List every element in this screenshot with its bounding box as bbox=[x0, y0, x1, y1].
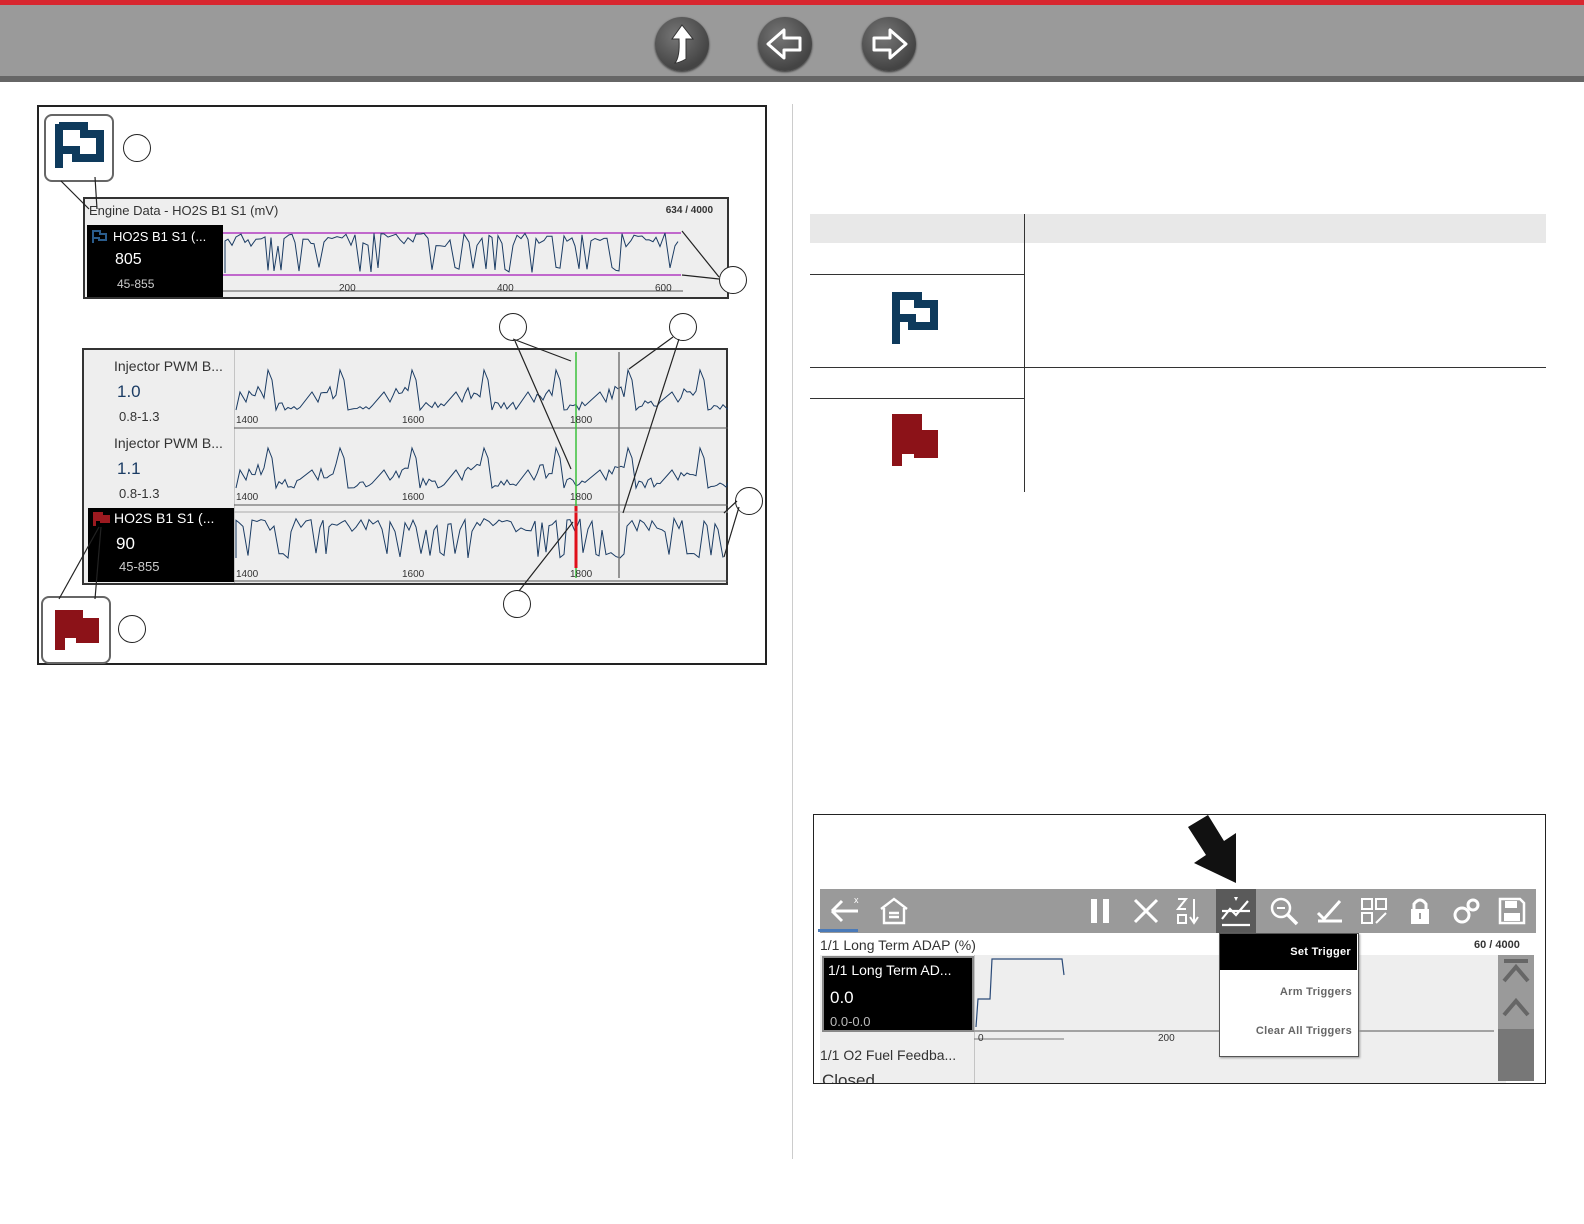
selected-parameter[interactable]: HO2S B1 S1 (... 805 45-855 bbox=[87, 225, 223, 297]
zoom-icon[interactable] bbox=[1268, 895, 1300, 927]
axis-tick: 1600 bbox=[402, 415, 425, 426]
callout-circle bbox=[719, 266, 747, 294]
red-flag-icon bbox=[55, 610, 99, 650]
blue-flag-icon bbox=[55, 122, 104, 168]
trigger-icon bbox=[1221, 897, 1250, 927]
checklist-icon[interactable] bbox=[1314, 895, 1346, 927]
red-flag-icon bbox=[892, 414, 938, 466]
parameter-range: 0.0-0.0 bbox=[830, 1014, 871, 1029]
parameter-name: HO2S B1 S1 (... bbox=[114, 510, 215, 526]
pause-icon[interactable] bbox=[1084, 895, 1116, 927]
back-icon[interactable]: x bbox=[828, 895, 860, 927]
red-flag-callout bbox=[41, 596, 111, 664]
sample-counter: 634 / 4000 bbox=[665, 205, 713, 216]
menu-item-clear-all-triggers[interactable]: Clear All Triggers bbox=[1256, 1025, 1352, 1037]
axis-tick: 400 bbox=[497, 283, 514, 294]
callout-circle bbox=[503, 590, 531, 618]
blue-flag-callout bbox=[44, 114, 114, 182]
lock-icon[interactable] bbox=[1404, 895, 1436, 927]
sample-counter: 60 / 4000 bbox=[1474, 939, 1520, 951]
top-graph-panel: Engine Data - HO2S B1 S1 (mV) 634 / 4000… bbox=[83, 197, 729, 299]
parameter-range: 0.8-1.3 bbox=[119, 486, 160, 501]
graph-title: Engine Data - HO2S B1 S1 (mV) bbox=[89, 203, 279, 218]
trigger-graph-figure: Engine Data - HO2S B1 S1 (mV) 634 / 4000… bbox=[37, 105, 767, 665]
multi-waveforms bbox=[234, 350, 728, 583]
callout-circle bbox=[735, 487, 763, 515]
parameter-title: 1/1 Long Term ADAP (%) bbox=[820, 937, 976, 953]
left-arrow-icon[interactable] bbox=[758, 17, 812, 71]
column-divider bbox=[792, 104, 793, 1159]
trigger-button[interactable] bbox=[1216, 889, 1256, 933]
selected-parameter[interactable]: HO2S B1 S1 (... 90 45-855 bbox=[88, 508, 234, 582]
axis-tick: 1800 bbox=[570, 415, 593, 426]
svg-text:x: x bbox=[854, 895, 859, 905]
multi-graph-panel: Injector PWM B... 1.0 0.8-1.3 Injector P… bbox=[82, 348, 728, 585]
up-arrow-icon[interactable] bbox=[655, 17, 709, 71]
trigger-menu: Set Trigger Arm Triggers Clear All Trigg… bbox=[1219, 933, 1359, 1057]
callout-circle bbox=[123, 134, 151, 162]
scroll-controls bbox=[1498, 955, 1534, 1081]
toolbar: x bbox=[820, 889, 1536, 933]
axis-tick: 200 bbox=[1158, 1033, 1175, 1044]
parameter-range: 0.8-1.3 bbox=[119, 409, 160, 424]
axis-tick: 1400 bbox=[236, 415, 259, 426]
axis-tick: 200 bbox=[339, 283, 356, 294]
red-flag-icon bbox=[93, 512, 110, 526]
callout-circle bbox=[499, 313, 527, 341]
close-icon[interactable] bbox=[1130, 895, 1162, 927]
callout-circle bbox=[118, 615, 146, 643]
parameter-value: 1.1 bbox=[117, 459, 141, 478]
parameter-name: Injector PWM B... bbox=[114, 435, 223, 451]
scroll-up-icon[interactable] bbox=[1500, 993, 1532, 1025]
callout-circle bbox=[669, 313, 697, 341]
axis-tick: 600 bbox=[655, 283, 672, 294]
axis-tick: 1400 bbox=[236, 492, 259, 503]
axis-tick: 1600 bbox=[402, 492, 425, 503]
parameter-value: 90 bbox=[116, 534, 135, 553]
scroll-thumb[interactable] bbox=[1498, 1029, 1534, 1081]
axis-tick: 1600 bbox=[402, 569, 425, 580]
menu-item-label: Set Trigger bbox=[1290, 946, 1351, 958]
parameter-name: 1/1 O2 Fuel Feedba... bbox=[820, 1047, 957, 1063]
menu-item-set-trigger[interactable]: Set Trigger bbox=[1220, 934, 1357, 970]
axis-tick: 0 bbox=[978, 1033, 984, 1044]
toolbar-screenshot: x 1/1 Long Term ADAP (%) 60 / 4000 1/1 L… bbox=[813, 814, 1546, 1084]
right-arrow-icon[interactable] bbox=[862, 17, 916, 71]
parameter-range: 45-855 bbox=[117, 277, 155, 291]
pointer-arrow-icon bbox=[1188, 815, 1236, 883]
menu-item-arm-triggers[interactable]: Arm Triggers bbox=[1280, 986, 1352, 998]
top-waveform bbox=[223, 232, 683, 292]
parameter-name: 1/1 Long Term AD... bbox=[828, 962, 952, 978]
blue-flag-icon bbox=[92, 230, 107, 243]
selected-parameter[interactable]: 1/1 Long Term AD... 0.0 0.0-0.0 bbox=[822, 956, 974, 1032]
parameter-value: 805 bbox=[115, 251, 142, 268]
blue-flag-icon bbox=[892, 292, 938, 344]
parameter-name: Injector PWM B... bbox=[114, 358, 223, 374]
axis-tick: 1800 bbox=[570, 492, 593, 503]
gear-icon[interactable] bbox=[1450, 895, 1482, 927]
parameter-value: 0.0 bbox=[830, 988, 854, 1007]
sort-icon[interactable] bbox=[1174, 895, 1206, 927]
parameter-range: 45-855 bbox=[119, 559, 160, 574]
save-icon[interactable] bbox=[1496, 895, 1528, 927]
parameter-name: HO2S B1 S1 (... bbox=[113, 229, 207, 244]
axis-tick: 1800 bbox=[570, 569, 593, 580]
parameter-value: 1.0 bbox=[117, 382, 141, 401]
graph-view-icon[interactable] bbox=[1358, 895, 1390, 927]
table-header bbox=[810, 214, 1546, 243]
scroll-top-icon[interactable] bbox=[1500, 957, 1532, 989]
top-nav-bar bbox=[0, 0, 1584, 82]
axis-tick: 1400 bbox=[236, 569, 259, 580]
trigger-icon-table bbox=[810, 214, 1546, 492]
home-icon[interactable] bbox=[878, 895, 910, 927]
parameter-value: Closed bbox=[822, 1071, 875, 1084]
